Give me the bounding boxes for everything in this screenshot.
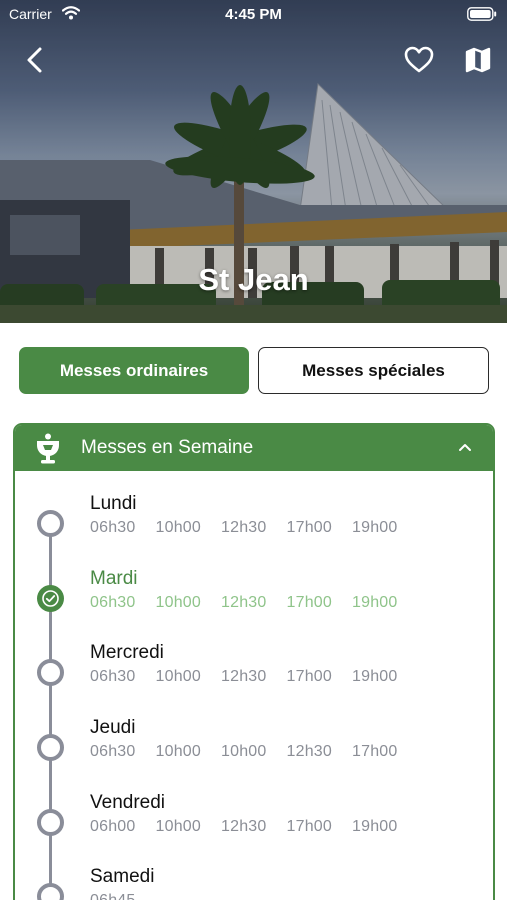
mass-time: 17h00 bbox=[286, 519, 332, 536]
mass-time: 12h30 bbox=[221, 519, 267, 536]
mass-time: 06h00 bbox=[90, 818, 136, 835]
status-bar: Carrier 4:45 PM bbox=[0, 0, 507, 30]
battery-icon bbox=[467, 7, 497, 21]
day-name: Jeudi bbox=[90, 717, 136, 738]
day-name: Mercredi bbox=[90, 642, 164, 663]
section-title: Messes en Semaine bbox=[81, 437, 254, 458]
day-samedi: Samedi 06h45 bbox=[15, 866, 493, 900]
heart-icon[interactable] bbox=[404, 46, 434, 74]
mass-time: 17h00 bbox=[286, 668, 332, 685]
mass-time: 10h00 bbox=[155, 743, 201, 760]
mass-times: 06h30 10h00 12h30 17h00 19h00 bbox=[90, 594, 418, 612]
mass-time: 06h30 bbox=[90, 743, 136, 760]
day-name: Samedi bbox=[90, 866, 155, 887]
mass-time: 10h00 bbox=[155, 594, 201, 611]
checkmark-icon bbox=[42, 590, 59, 607]
day-vendredi: Vendredi 06h00 10h00 12h30 17h00 19h00 bbox=[15, 792, 493, 852]
mass-time: 10h00 bbox=[155, 519, 201, 536]
timeline-node-done bbox=[37, 585, 64, 612]
day-lundi: Lundi 06h30 10h00 12h30 17h00 19h00 bbox=[15, 493, 493, 553]
hero-header: Carrier 4:45 PM St Jean bbox=[0, 0, 507, 323]
mass-time: 17h00 bbox=[286, 818, 332, 835]
mass-time: 10h00 bbox=[155, 668, 201, 685]
day-jeudi: Jeudi 06h30 10h00 10h00 12h30 17h00 bbox=[15, 717, 493, 777]
timeline-node bbox=[37, 510, 64, 537]
chevron-up-icon[interactable] bbox=[457, 440, 473, 454]
day-name: Vendredi bbox=[90, 792, 166, 813]
mass-time: 06h30 bbox=[90, 519, 136, 536]
mass-times: 06h00 10h00 12h30 17h00 19h00 bbox=[90, 818, 418, 836]
mass-time: 10h00 bbox=[221, 743, 267, 760]
status-time: 4:45 PM bbox=[225, 6, 282, 23]
mass-time: 12h30 bbox=[221, 594, 267, 611]
mass-time: 12h30 bbox=[221, 668, 267, 685]
day-mercredi: Mercredi 06h30 10h00 12h30 17h00 19h00 bbox=[15, 642, 493, 702]
section-header[interactable]: Messes en Semaine bbox=[15, 425, 493, 471]
mass-time: 19h00 bbox=[352, 818, 398, 835]
timeline-node bbox=[37, 659, 64, 686]
timeline-node bbox=[37, 883, 64, 900]
day-name: Lundi bbox=[90, 493, 137, 514]
mass-time: 19h00 bbox=[352, 594, 398, 611]
mass-time: 17h00 bbox=[352, 743, 398, 760]
tab-messes-speciales[interactable]: Messes spéciales bbox=[258, 347, 489, 394]
mass-time: 10h00 bbox=[155, 818, 201, 835]
mass-time: 06h45 bbox=[90, 892, 136, 900]
mass-time: 12h30 bbox=[221, 818, 267, 835]
back-icon[interactable] bbox=[20, 44, 52, 76]
timeline-node bbox=[37, 734, 64, 761]
mass-time: 06h30 bbox=[90, 668, 136, 685]
chalice-icon bbox=[37, 433, 59, 464]
map-icon[interactable] bbox=[464, 46, 492, 74]
mass-time: 12h30 bbox=[286, 743, 332, 760]
weekday-masses-card: Messes en Semaine Lundi 06h30 10h00 12h30 1… bbox=[13, 423, 495, 900]
timeline-node bbox=[37, 809, 64, 836]
day-mardi: Mardi 06h30 10h00 12h30 17h00 19h00 bbox=[15, 568, 493, 628]
church-name: St Jean bbox=[198, 262, 309, 297]
mass-time: 19h00 bbox=[352, 519, 398, 536]
mass-times: 06h30 10h00 12h30 17h00 19h00 bbox=[90, 519, 418, 537]
day-name: Mardi bbox=[90, 568, 138, 589]
mass-times: 06h30 10h00 10h00 12h30 17h00 bbox=[90, 743, 418, 761]
mass-time: 19h00 bbox=[352, 668, 398, 685]
mass-time: 17h00 bbox=[286, 594, 332, 611]
mass-times: 06h30 10h00 12h30 17h00 19h00 bbox=[90, 668, 418, 686]
tab-messes-ordinaires[interactable]: Messes ordinaires bbox=[19, 347, 249, 394]
mass-time: 06h30 bbox=[90, 594, 136, 611]
mass-times: 06h45 bbox=[90, 892, 156, 900]
